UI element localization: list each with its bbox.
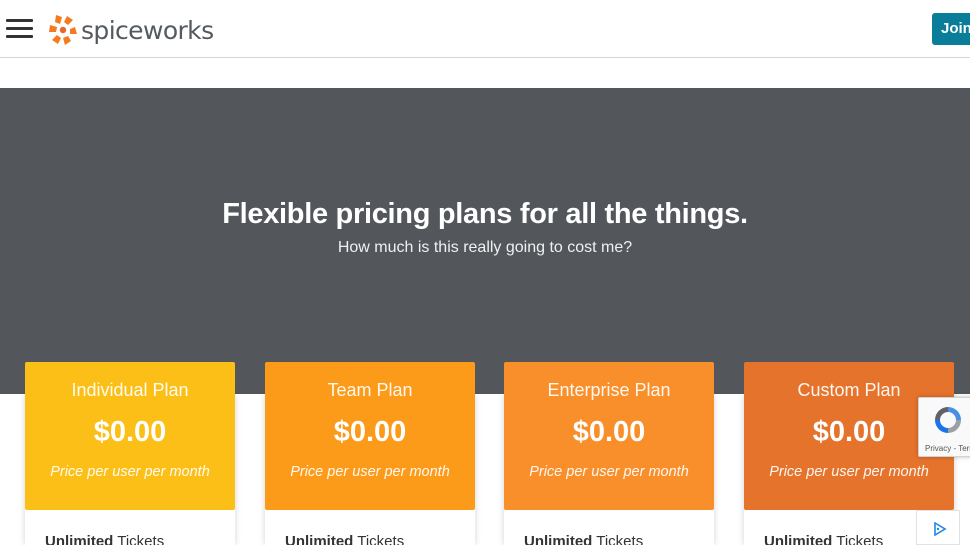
adchoices-badge[interactable] (916, 510, 960, 545)
plan-price: $0.00 (93, 416, 167, 448)
plan-name: Enterprise Plan (547, 380, 671, 400)
feature-bold: Unlimited (524, 533, 593, 545)
feature-text: Tickets (353, 533, 405, 545)
spiceworks-logo-icon (49, 15, 77, 45)
plan-price-note: Price per user per month (769, 464, 929, 480)
hero-banner: Flexible pricing plans for all the thing… (0, 88, 970, 394)
feature-bold: Unlimited (285, 533, 354, 545)
feature-bold: Unlimited (45, 533, 114, 545)
feature-text: Tickets (113, 533, 165, 545)
plan-card-individual[interactable]: Individual Plan $0.00 Price per user per… (25, 362, 235, 510)
plan-name: Team Plan (327, 380, 413, 400)
feature-text: Tickets (832, 533, 884, 545)
plan-feature: Unlimited Tickets (524, 533, 643, 545)
plan-card-enterprise[interactable]: Enterprise Plan $0.00 Price per user per… (504, 362, 714, 510)
plan-feature: Unlimited Tickets (45, 533, 164, 545)
hamburger-icon[interactable] (6, 19, 33, 39)
plan-feature: Unlimited Tickets (764, 533, 883, 545)
plan-name: Individual Plan (71, 380, 189, 400)
recaptcha-badge[interactable]: Privacy - Terms (918, 397, 970, 457)
page-subtitle: How much is this really going to cost me… (337, 239, 633, 256)
plan-price-note: Price per user per month (529, 464, 689, 480)
plan-feature: Unlimited Tickets (285, 533, 404, 545)
plan-price-note: Price per user per month (290, 464, 450, 480)
page-title: Flexible pricing plans for all the thing… (222, 198, 748, 230)
plan-price: $0.00 (572, 416, 646, 448)
feature-bold: Unlimited (764, 533, 833, 545)
logo-text: spiceworks (81, 15, 214, 45)
adchoices-icon (934, 522, 947, 536)
spiceworks-logo[interactable]: spiceworks (47, 12, 214, 48)
plan-price: $0.00 (333, 416, 407, 448)
site-header: spiceworks Join (0, 0, 970, 58)
join-button[interactable]: Join (932, 13, 970, 45)
recaptcha-icon (935, 407, 961, 433)
plan-price-note: Price per user per month (50, 464, 210, 480)
recaptcha-links[interactable]: Privacy - Terms (925, 444, 970, 453)
feature-text: Tickets (592, 533, 644, 545)
plan-card-team[interactable]: Team Plan $0.00 Price per user per month (265, 362, 475, 510)
